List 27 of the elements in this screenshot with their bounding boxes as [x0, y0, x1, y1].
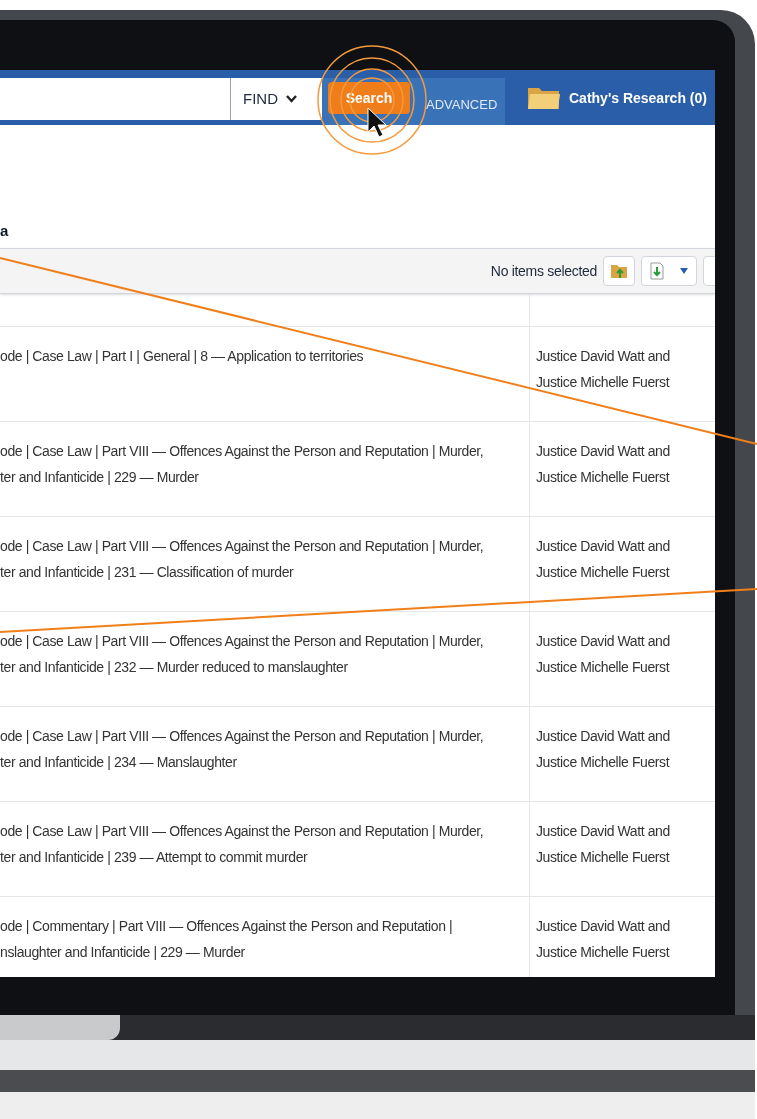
- author-cell-text: Justice David Watt and Justice Michelle Fuerst: [535, 727, 670, 772]
- document-title-cell: ode | Case Law | Part VIII — Offences Against the Person and Reputation | Murder, ter and Infanticide | 229 — Murder: [0, 422, 530, 516]
- caret-icon: [680, 268, 688, 274]
- author-cell-text: Justice David Watt and Justice Michelle Fuerst: [535, 442, 670, 487]
- results-heading: a: [0, 220, 9, 241]
- search-field[interactable]: [0, 78, 230, 120]
- download-button[interactable]: [641, 256, 697, 286]
- cursor-icon: [367, 107, 387, 138]
- add-to-folder-button[interactable]: [603, 256, 635, 286]
- document-title-cell: ode | Case Law | Part VIII — Offences Against the Person and Reputation | Murder, ter and Infanticide | 239 — Attempt to commit murder: [0, 802, 530, 896]
- document-title-cell: ode | Case Law | Part VIII — Offences Against the Person and Reputation | Murder, ter and Infanticide | 231 — Classification of murder: [0, 517, 530, 611]
- author-cell-text: Justice David Watt and Justice Michelle Fuerst: [535, 917, 670, 962]
- advanced-link[interactable]: ADVANCED: [426, 95, 498, 115]
- author-cell-text: Justice David Watt and Justice Michelle Fuerst: [535, 537, 670, 582]
- author-cell-text: Justice David Watt and Justice Michelle Fuerst: [535, 347, 670, 392]
- research-folder-link[interactable]: Cathy's Research (0): [569, 88, 707, 109]
- document-title-cell: ode | Case Law | Part VIII — Offences Against the Person and Reputation | Murder, ter and Infanticide | 234 — Manslaughter: [0, 707, 530, 801]
- download-icon: [650, 262, 664, 280]
- author-cell-text: Justice David Watt and Justice Michelle Fuerst: [535, 632, 670, 677]
- selection-status: No items selected: [490, 261, 597, 281]
- find-dropdown[interactable]: FIND: [230, 78, 322, 120]
- document-title-cell: ode | Case Law | Part VIII — Offences Against the Person and Reputation | Murder, ter and Infanticide | 232 — Murder reduced to manslaughter: [0, 612, 530, 706]
- folder-upload-icon: [610, 263, 628, 279]
- document-title-cell: ode | Case Law | Part I | General | 8 — Application to territories: [0, 327, 530, 421]
- document-title-cell: ode | Commentary | Part VIII — Offences Against the Person and Reputation | nslaughter and Infanticide | 229 — Murder: [0, 897, 530, 977]
- chevron-down-icon: [286, 95, 297, 103]
- author-cell-text: Justice David Watt and Justice Michelle Fuerst: [535, 822, 670, 867]
